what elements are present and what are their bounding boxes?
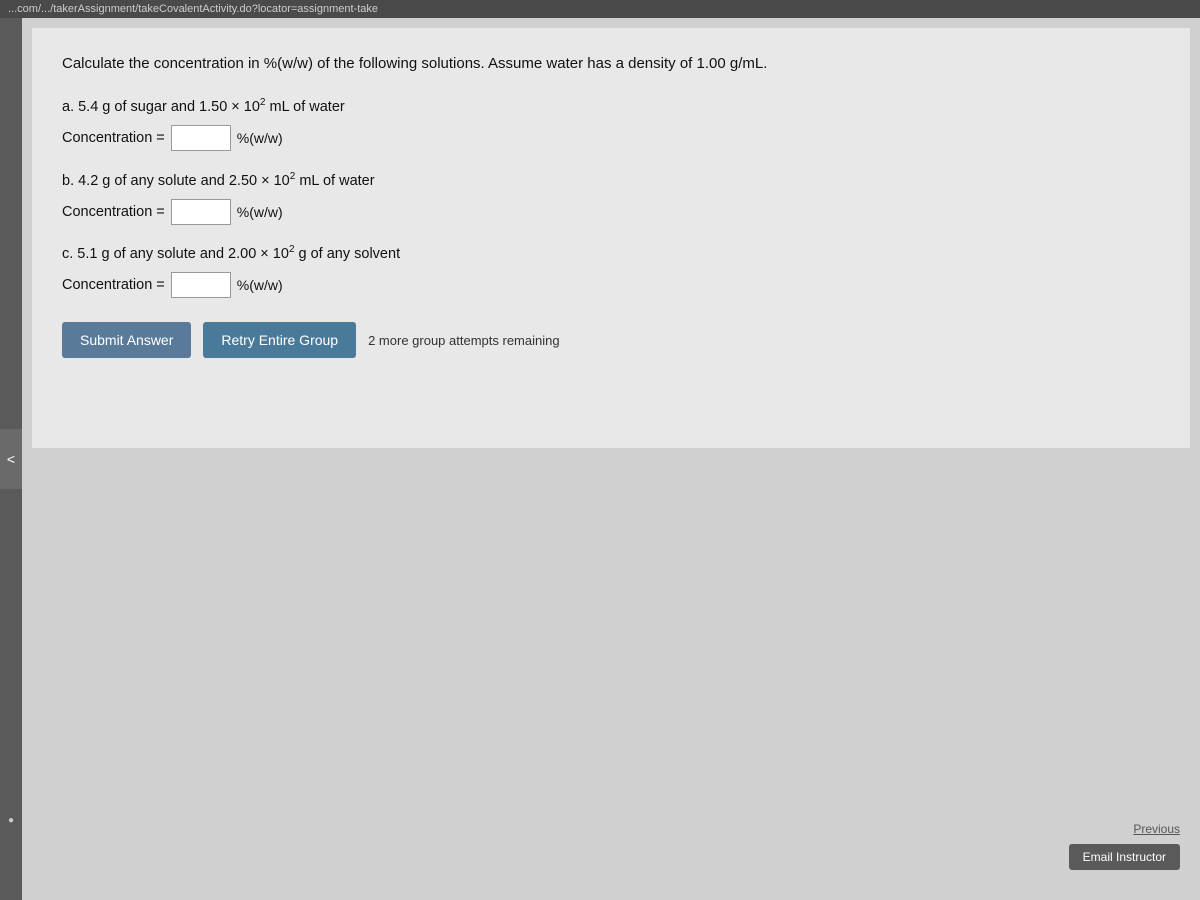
- question-title: Calculate the concentration in %(w/w) of…: [62, 53, 1160, 76]
- chevron-left-icon: <: [7, 451, 15, 467]
- concentration-input-c[interactable]: [171, 272, 231, 298]
- button-row: Submit Answer Retry Entire Group 2 more …: [62, 322, 1160, 358]
- sidebar-collapse-button[interactable]: <: [0, 429, 22, 489]
- sub-question-a: a. 5.4 g of sugar and 1.50 × 102 mL of w…: [62, 96, 1160, 152]
- sidebar-bottom-icon: ●: [0, 800, 22, 840]
- main-content: Calculate the concentration in %(w/w) of…: [22, 18, 1200, 900]
- top-bar: ...com/.../takerAssignment/takeCovalentA…: [0, 0, 1200, 18]
- sub-question-c: c. 5.1 g of any solute and 2.00 × 102 g …: [62, 243, 1160, 299]
- unit-label-b: %(w/w): [237, 204, 283, 220]
- submit-answer-button[interactable]: Submit Answer: [62, 322, 191, 358]
- concentration-label-a: Concentration =: [62, 130, 165, 146]
- unit-label-a: %(w/w): [237, 130, 283, 146]
- email-instructor-button[interactable]: Email Instructor: [1069, 844, 1180, 870]
- left-sidebar: < ●: [0, 18, 22, 900]
- content-area: Calculate the concentration in %(w/w) of…: [32, 28, 1190, 448]
- retry-entire-group-button[interactable]: Retry Entire Group: [203, 322, 356, 358]
- sub-question-b-text: b. 4.2 g of any solute and 2.50 × 102 mL…: [62, 169, 1160, 193]
- bottom-right-links: Previous Email Instructor: [1069, 822, 1180, 870]
- concentration-row-b: Concentration = %(w/w): [62, 199, 1160, 225]
- sub-question-b: b. 4.2 g of any solute and 2.50 × 102 mL…: [62, 169, 1160, 225]
- unit-label-c: %(w/w): [237, 277, 283, 293]
- concentration-row-a: Concentration = %(w/w): [62, 125, 1160, 151]
- sub-question-a-text: a. 5.4 g of sugar and 1.50 × 102 mL of w…: [62, 96, 1160, 120]
- attempts-remaining-text: 2 more group attempts remaining: [368, 333, 559, 348]
- url-bar: ...com/.../takerAssignment/takeCovalentA…: [8, 3, 378, 15]
- sidebar-icon: ●: [8, 815, 14, 826]
- previous-link[interactable]: Previous: [1133, 822, 1180, 836]
- concentration-label-b: Concentration =: [62, 204, 165, 220]
- concentration-input-a[interactable]: [171, 125, 231, 151]
- concentration-row-c: Concentration = %(w/w): [62, 272, 1160, 298]
- sub-question-c-text: c. 5.1 g of any solute and 2.00 × 102 g …: [62, 243, 1160, 267]
- concentration-label-c: Concentration =: [62, 277, 165, 293]
- concentration-input-b[interactable]: [171, 199, 231, 225]
